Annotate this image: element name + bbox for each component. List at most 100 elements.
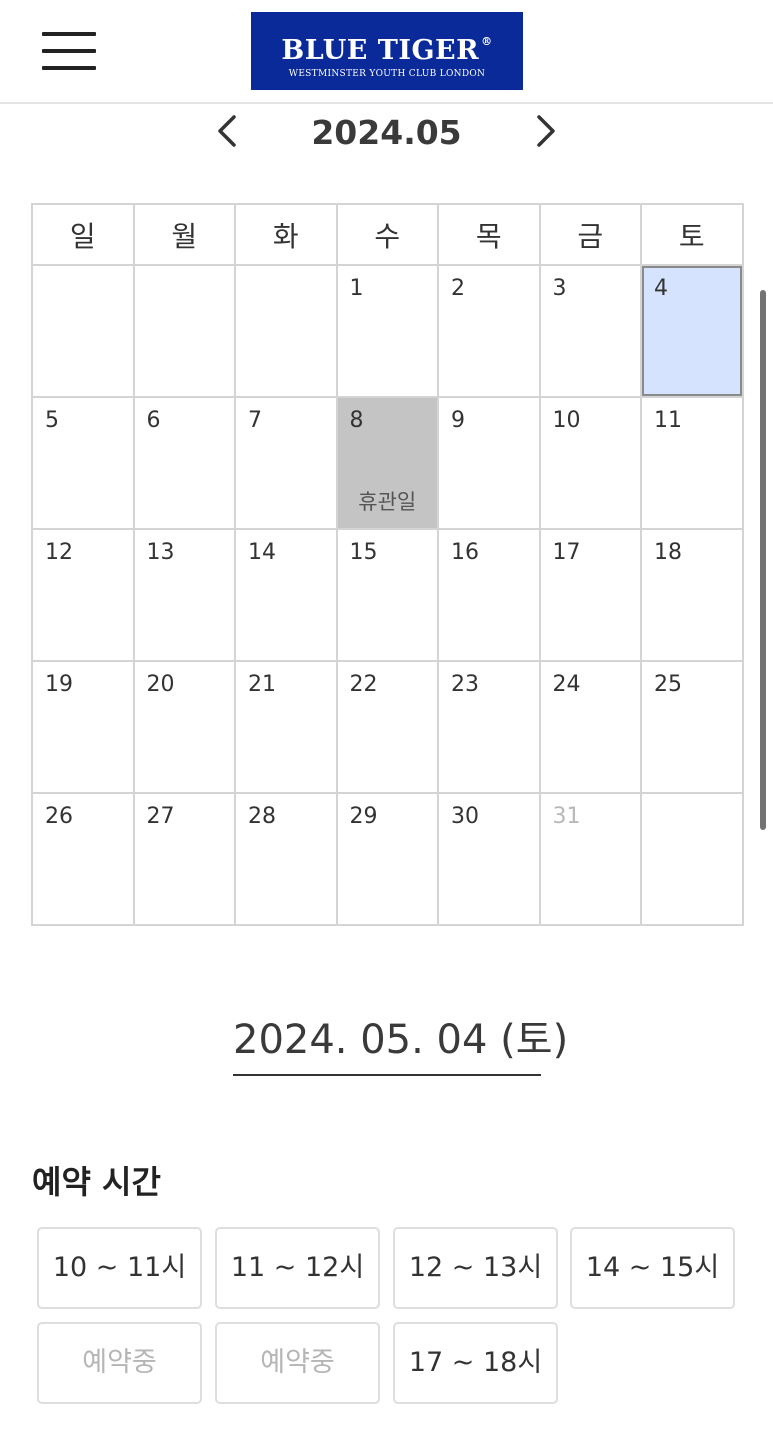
- time-slot-button[interactable]: 12 ~ 13시: [393, 1227, 558, 1309]
- day-cell[interactable]: 17: [538, 528, 642, 662]
- day-cell[interactable]: 20: [132, 660, 236, 794]
- day-cell[interactable]: 24: [538, 660, 642, 794]
- month-navigation: 2024.05: [0, 104, 773, 160]
- selected-date-display: 2024. 05. 04 (토): [233, 1012, 568, 1076]
- day-number: 16: [451, 540, 479, 565]
- day-cell[interactable]: 23: [437, 660, 541, 794]
- day-cell-empty: [132, 264, 236, 398]
- day-number: 12: [45, 540, 73, 565]
- day-cell-disabled: 31: [538, 792, 642, 926]
- day-cell-empty: [31, 264, 135, 398]
- chevron-right-icon[interactable]: [531, 114, 561, 148]
- day-number: 26: [45, 804, 73, 829]
- day-number: 22: [349, 672, 378, 697]
- day-number: 14: [248, 540, 276, 565]
- day-number: 1: [349, 276, 364, 301]
- day-number: 17: [552, 540, 581, 565]
- reservation-time-title: 예약 시간: [32, 1163, 161, 1201]
- day-number: 3: [552, 276, 567, 301]
- day-number: 27: [146, 804, 175, 829]
- day-number: 6: [146, 408, 161, 433]
- day-number: 31: [552, 804, 581, 829]
- time-slot-button[interactable]: 10 ~ 11시: [37, 1227, 202, 1309]
- day-number: 2: [451, 276, 465, 301]
- calendar-grid: 일 월 화 수 목 금 토 1 2 3 4 5 6 7 8 휴관일 9 10 1…: [31, 203, 744, 926]
- calendar-week: 12 13 14 15 16 17 18: [31, 528, 744, 662]
- logo-sub-text: WESTMINSTER YOUTH CLUB LONDON: [288, 69, 486, 79]
- weekday-sun: 일: [31, 203, 135, 266]
- day-number: 9: [451, 408, 465, 433]
- weekday-tue: 화: [234, 203, 338, 266]
- day-cell[interactable]: 19: [31, 660, 135, 794]
- day-cell[interactable]: 21: [234, 660, 338, 794]
- chevron-left-icon[interactable]: [212, 114, 242, 148]
- day-number: 25: [654, 672, 682, 697]
- day-cell[interactable]: 28: [234, 792, 338, 926]
- day-cell-selected[interactable]: 4: [640, 264, 744, 398]
- day-number: 29: [349, 804, 378, 829]
- day-cell[interactable]: 11: [640, 396, 744, 530]
- day-cell[interactable]: 12: [31, 528, 135, 662]
- day-number: 8: [349, 408, 364, 433]
- day-number: 7: [248, 408, 262, 433]
- time-slot-button[interactable]: 11 ~ 12시: [215, 1227, 380, 1309]
- calendar-week: 26 27 28 29 30 31: [31, 792, 744, 926]
- day-cell[interactable]: 29: [335, 792, 439, 926]
- time-slot-button[interactable]: 17 ~ 18시: [393, 1322, 558, 1404]
- day-cell[interactable]: 22: [335, 660, 439, 794]
- blue-tiger-logo[interactable]: BLUE TIGER ® WESTMINSTER YOUTH CLUB LONDO…: [251, 12, 523, 90]
- day-number: 23: [451, 672, 479, 697]
- day-cell[interactable]: 10: [538, 396, 642, 530]
- day-cell[interactable]: 13: [132, 528, 236, 662]
- day-cell[interactable]: 9: [437, 396, 541, 530]
- day-cell[interactable]: 1: [335, 264, 439, 398]
- weekday-thu: 목: [437, 203, 541, 266]
- day-number: 30: [451, 804, 479, 829]
- weekday-wed: 수: [335, 203, 439, 266]
- day-cell[interactable]: 26: [31, 792, 135, 926]
- day-cell-empty: [640, 792, 744, 926]
- day-number: 24: [552, 672, 581, 697]
- day-cell[interactable]: 2: [437, 264, 541, 398]
- time-slot-reserved: 예약중: [215, 1322, 380, 1404]
- day-cell-empty: [234, 264, 338, 398]
- day-number: 4: [654, 276, 668, 301]
- time-slot-reserved: 예약중: [37, 1322, 202, 1404]
- logo-main-text: BLUE TIGER ®: [281, 35, 493, 66]
- calendar-week: 5 6 7 8 휴관일 9 10 11: [31, 396, 744, 530]
- weekday-fri: 금: [538, 203, 642, 266]
- weekday-mon: 월: [132, 203, 236, 266]
- day-number: 20: [146, 672, 175, 697]
- vertical-scrollbar[interactable]: [760, 290, 766, 830]
- day-number: 18: [654, 540, 682, 565]
- menu-line: [42, 32, 96, 36]
- day-cell[interactable]: 30: [437, 792, 541, 926]
- day-number: 11: [654, 408, 682, 433]
- menu-line: [42, 49, 96, 53]
- day-cell[interactable]: 7: [234, 396, 338, 530]
- weekday-header-row: 일 월 화 수 목 금 토: [31, 203, 744, 266]
- app-header: BLUE TIGER ® WESTMINSTER YOUTH CLUB LONDO…: [0, 0, 773, 104]
- day-cell[interactable]: 6: [132, 396, 236, 530]
- day-number: 13: [146, 540, 175, 565]
- day-cell[interactable]: 25: [640, 660, 744, 794]
- day-cell[interactable]: 27: [132, 792, 236, 926]
- day-number: 28: [248, 804, 276, 829]
- calendar-week: 19 20 21 22 23 24 25: [31, 660, 744, 794]
- day-cell[interactable]: 3: [538, 264, 642, 398]
- day-cell[interactable]: 16: [437, 528, 541, 662]
- day-cell[interactable]: 15: [335, 528, 439, 662]
- day-number: 19: [45, 672, 73, 697]
- weekday-sat: 토: [640, 203, 744, 266]
- day-number: 5: [45, 408, 59, 433]
- hamburger-menu-icon[interactable]: [42, 30, 96, 72]
- menu-line: [42, 66, 96, 70]
- day-number: 21: [248, 672, 276, 697]
- calendar-week: 1 2 3 4: [31, 264, 744, 398]
- day-cell[interactable]: 18: [640, 528, 744, 662]
- day-cell[interactable]: 14: [234, 528, 338, 662]
- day-number: 15: [349, 540, 378, 565]
- day-cell-closed: 8 휴관일: [335, 396, 439, 530]
- day-cell[interactable]: 5: [31, 396, 135, 530]
- time-slot-button[interactable]: 14 ~ 15시: [570, 1227, 735, 1309]
